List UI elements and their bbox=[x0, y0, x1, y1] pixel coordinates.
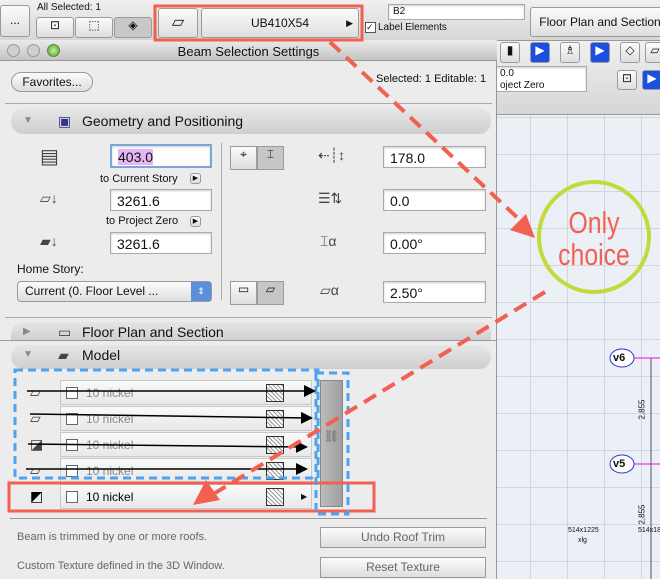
callout-text: Only choice bbox=[551, 203, 637, 275]
callout-line-2: choice bbox=[558, 237, 630, 272]
highlight-box-active-row bbox=[7, 481, 376, 513]
dashed-arrow-to-row bbox=[213, 290, 547, 495]
highlight-box-profile bbox=[153, 4, 364, 42]
arrowhead-icon bbox=[510, 214, 535, 238]
dashed-box-slider bbox=[314, 371, 350, 516]
annotation-overlay bbox=[7, 4, 651, 516]
dashed-box-rows bbox=[13, 368, 320, 480]
dashed-arrow-to-callout bbox=[328, 40, 524, 224]
